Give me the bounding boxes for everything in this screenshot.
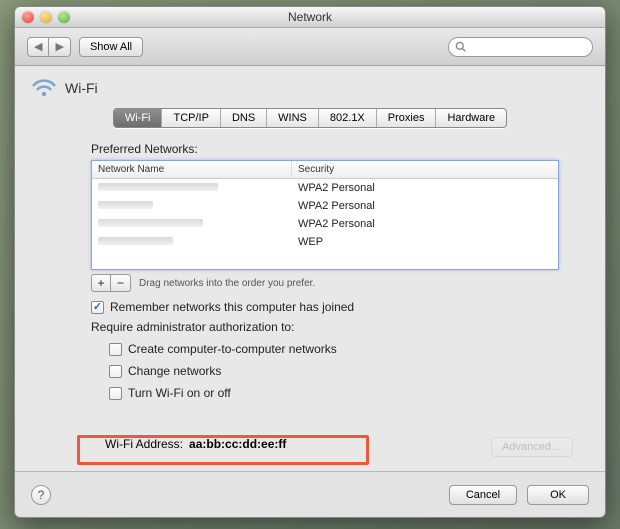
nav-buttons: ◀ ▶ — [27, 37, 71, 57]
table-row[interactable]: WPA2 Personal — [92, 197, 558, 215]
tab-proxies[interactable]: Proxies — [377, 109, 437, 127]
table-row[interactable]: WPA2 Personal — [92, 179, 558, 197]
admin-change-label: Change networks — [128, 364, 221, 378]
bottom-bar: ? Cancel OK — [15, 471, 605, 517]
content: Preferred Networks: Network Name Securit… — [31, 142, 589, 400]
ok-button[interactable]: OK — [527, 485, 589, 505]
toolbar: ◀ ▶ Show All — [15, 28, 605, 66]
minimize-icon[interactable] — [40, 11, 52, 23]
body: Wi-Fi Wi-Fi TCP/IP DNS WINS 802.1X Proxi… — [15, 66, 605, 517]
require-admin-label: Require administrator authorization to: — [91, 320, 559, 334]
remember-label: Remember networks this computer has join… — [110, 300, 354, 314]
table-controls: + − Drag networks into the order you pre… — [91, 274, 559, 292]
tab-dns[interactable]: DNS — [221, 109, 267, 127]
search-field[interactable] — [448, 37, 593, 57]
preferred-networks-label: Preferred Networks: — [91, 142, 559, 156]
network-preferences-window: Network ◀ ▶ Show All Wi-Fi Wi-Fi TCP/IP … — [14, 6, 606, 518]
admin-create-checkbox[interactable] — [109, 343, 122, 356]
network-name-redacted — [98, 237, 173, 245]
cancel-button[interactable]: Cancel — [449, 485, 517, 505]
col-network-name[interactable]: Network Name — [92, 161, 292, 178]
admin-toggle-wifi-checkbox[interactable] — [109, 387, 122, 400]
search-icon — [455, 41, 466, 52]
remember-row: Remember networks this computer has join… — [91, 300, 559, 314]
panel-header: Wi-Fi — [31, 78, 589, 98]
table-row[interactable]: WEP — [92, 233, 558, 251]
tab-wifi[interactable]: Wi-Fi — [114, 109, 163, 127]
drag-hint: Drag networks into the order you prefer. — [139, 278, 315, 289]
traffic-lights — [22, 11, 70, 23]
close-icon[interactable] — [22, 11, 34, 23]
show-all-button[interactable]: Show All — [79, 37, 143, 57]
network-name-redacted — [98, 201, 153, 209]
admin-create-label: Create computer-to-computer networks — [128, 342, 337, 356]
help-button[interactable]: ? — [31, 485, 51, 505]
network-name-redacted — [98, 183, 218, 191]
forward-button[interactable]: ▶ — [49, 37, 70, 57]
tabs: Wi-Fi TCP/IP DNS WINS 802.1X Proxies Har… — [113, 108, 507, 128]
network-name-redacted — [98, 219, 203, 227]
security-cell: WPA2 Personal — [292, 218, 558, 230]
tab-bar: Wi-Fi TCP/IP DNS WINS 802.1X Proxies Har… — [31, 108, 589, 128]
security-cell: WPA2 Personal — [292, 200, 558, 212]
table-header: Network Name Security — [92, 161, 558, 179]
panel-title: Wi-Fi — [65, 80, 98, 96]
back-button[interactable]: ◀ — [27, 37, 49, 57]
tab-tcpip[interactable]: TCP/IP — [162, 109, 220, 127]
col-security[interactable]: Security — [292, 161, 558, 178]
tab-hardware[interactable]: Hardware — [436, 109, 506, 127]
security-cell: WEP — [292, 236, 558, 248]
remember-checkbox[interactable] — [91, 301, 104, 314]
titlebar[interactable]: Network — [15, 7, 605, 28]
tab-wins[interactable]: WINS — [267, 109, 319, 127]
preferred-networks-table[interactable]: Network Name Security WPA2 Personal WPA2… — [91, 160, 559, 270]
window-title: Network — [288, 10, 332, 24]
security-cell: WPA2 Personal — [292, 182, 558, 194]
admin-change-checkbox[interactable] — [109, 365, 122, 378]
annotation-highlight — [77, 435, 369, 465]
zoom-icon[interactable] — [58, 11, 70, 23]
admin-toggle-wifi-label: Turn Wi-Fi on or off — [128, 386, 231, 400]
remove-network-button[interactable]: − — [111, 274, 131, 292]
advanced-button-background: Advanced… — [491, 437, 573, 457]
tab-8021x[interactable]: 802.1X — [319, 109, 377, 127]
add-network-button[interactable]: + — [91, 274, 111, 292]
table-row[interactable]: WPA2 Personal — [92, 215, 558, 233]
wifi-icon — [31, 78, 57, 98]
search-input[interactable] — [470, 40, 586, 54]
